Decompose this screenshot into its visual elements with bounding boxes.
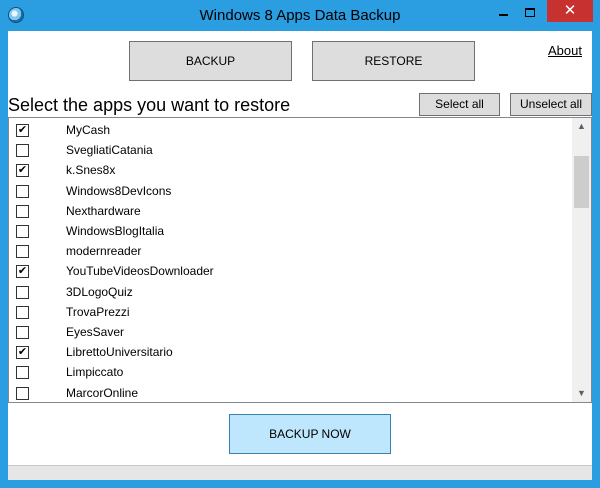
app-list-item[interactable]: ✔ YouTubeVideosDownloader [9, 261, 569, 281]
checked-checkbox[interactable]: ✔ [16, 124, 29, 137]
app-name: 3DLogoQuiz [66, 284, 133, 299]
app-list-item[interactable]: Nexthardware [9, 201, 569, 221]
app-list-item[interactable]: WindowsBlogItalia [9, 221, 569, 241]
app-name: TrovaPrezzi [66, 304, 130, 319]
minimize-button[interactable] [490, 0, 516, 22]
app-name: modernreader [66, 244, 142, 259]
client-area: BACKUP RESTORE About Select the apps you… [8, 31, 592, 480]
app-list-item[interactable]: TrovaPrezzi [9, 302, 569, 322]
app-name: MyCash [66, 123, 111, 137]
list-scrollbar[interactable]: ▲ ▼ [572, 118, 591, 402]
backup-now-button[interactable]: BACKUP NOW [229, 414, 391, 454]
app-name: LibrettoUniversitario [66, 345, 173, 360]
unchecked-checkbox[interactable] [16, 184, 29, 198]
app-name: k.Snes8x [66, 163, 116, 178]
select-all-button[interactable]: Select all [419, 93, 500, 116]
unchecked-checkbox[interactable] [16, 366, 29, 380]
status-bar [8, 465, 592, 480]
title-bar[interactable]: Windows 8 Apps Data Backup ✕ [0, 0, 600, 31]
app-list-item[interactable]: EyesSaver [9, 322, 569, 342]
app-list-item[interactable]: ✔ MyCash [9, 120, 569, 140]
scroll-up-icon[interactable]: ▲ [572, 118, 591, 135]
app-list-item[interactable]: 3DLogoQuiz [9, 282, 569, 302]
unselect-all-button[interactable]: Unselect all [510, 93, 592, 116]
checked-checkbox[interactable]: ✔ [16, 265, 29, 279]
app-name: Windows8DevIcons [66, 183, 172, 198]
scroll-thumb[interactable] [574, 156, 589, 208]
app-name: WindowsBlogItalia [66, 224, 165, 238]
unchecked-checkbox[interactable] [16, 245, 29, 259]
app-list-item[interactable]: modernreader [9, 241, 569, 261]
about-link[interactable]: About [548, 43, 582, 58]
unchecked-checkbox[interactable] [16, 305, 29, 319]
unchecked-checkbox[interactable] [16, 225, 29, 238]
app-list-item[interactable]: ✔ LibrettoUniversitario [9, 342, 569, 362]
app-window: Windows 8 Apps Data Backup ✕ BACKUP REST… [0, 0, 600, 488]
app-name: Nexthardware [66, 203, 141, 218]
app-name: MarcorOnline [66, 385, 139, 400]
app-list-item[interactable]: MarcorOnline [9, 383, 569, 402]
app-name: SvegliatiCatania [66, 143, 153, 158]
app-list-item[interactable]: SvegliatiCatania [9, 140, 569, 160]
close-icon: ✕ [563, 2, 577, 19]
app-name: EyesSaver [66, 325, 125, 339]
checked-checkbox[interactable]: ✔ [16, 164, 29, 178]
unchecked-checkbox[interactable] [16, 204, 29, 218]
apps-list[interactable]: ✔ MyCash SvegliatiCatania ✔ k.Snes8x Windows8… [8, 117, 592, 403]
maximize-icon [524, 7, 535, 17]
maximize-button[interactable] [516, 0, 543, 22]
unchecked-checkbox[interactable] [16, 144, 29, 158]
unchecked-checkbox[interactable] [16, 326, 29, 339]
checked-checkbox[interactable]: ✔ [16, 346, 29, 360]
unchecked-checkbox[interactable] [16, 285, 29, 299]
restore-instructions: Select the apps you want to restore [8, 95, 291, 115]
scroll-down-icon[interactable]: ▼ [572, 385, 591, 402]
app-list-item[interactable]: Windows8DevIcons [9, 181, 569, 201]
restore-button[interactable]: RESTORE [312, 41, 475, 81]
app-name: Limpiccato [66, 365, 124, 380]
app-list-item[interactable]: Limpiccato [9, 362, 569, 382]
minimize-icon [498, 14, 508, 17]
close-button[interactable]: ✕ [547, 0, 593, 22]
backup-button[interactable]: BACKUP [129, 41, 292, 81]
app-list-item[interactable]: ✔ k.Snes8x [9, 160, 569, 180]
app-name: YouTubeVideosDownloader [66, 264, 214, 279]
unchecked-checkbox[interactable] [16, 386, 29, 400]
